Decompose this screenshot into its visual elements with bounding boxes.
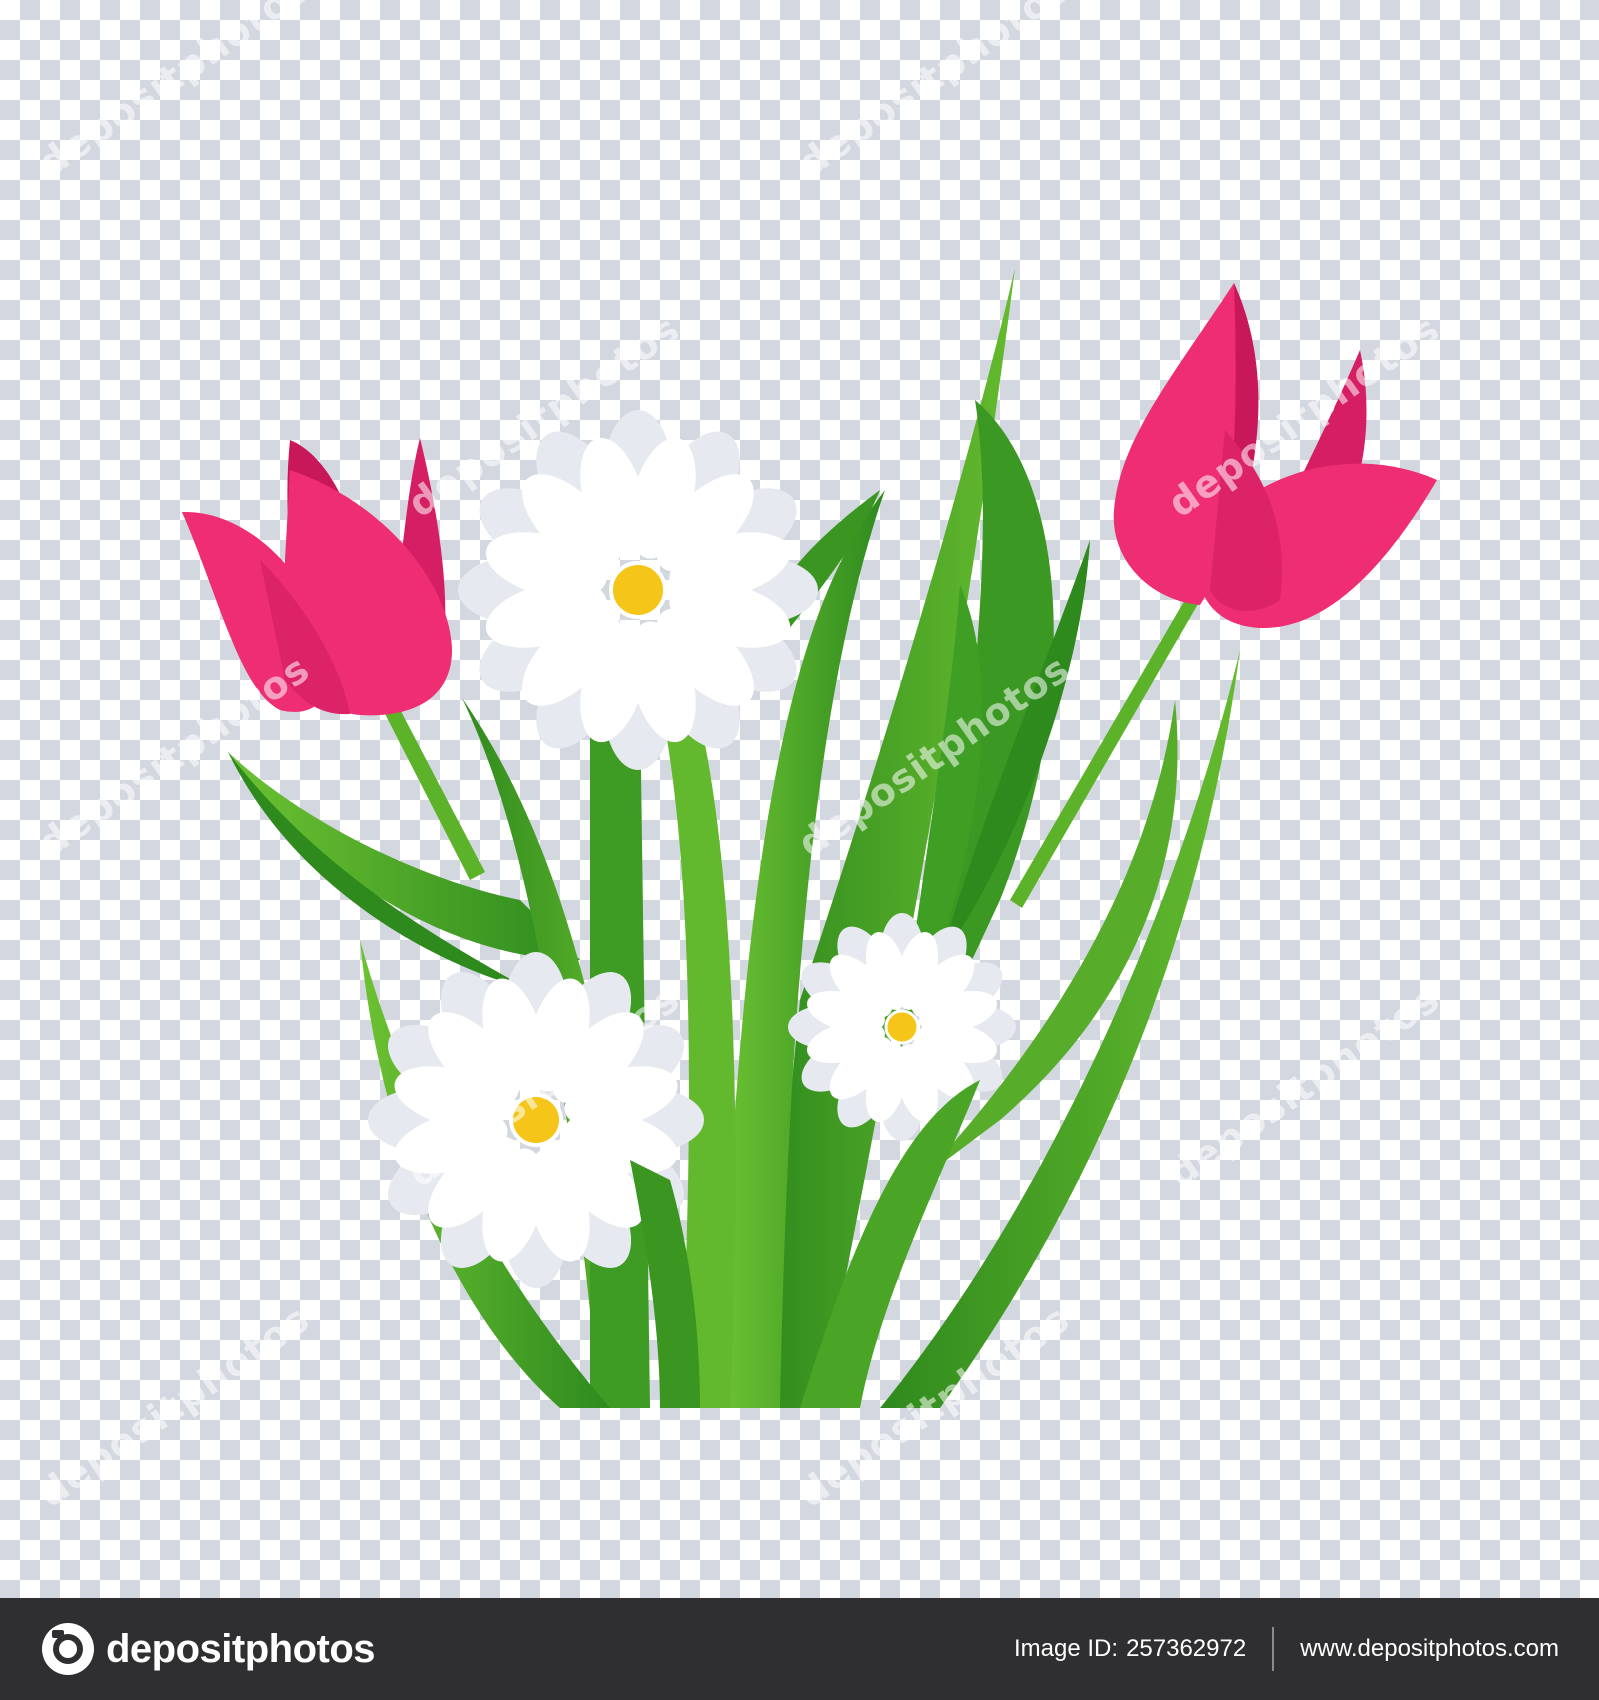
left-tulip-stem	[378, 694, 485, 880]
camera-logo-icon	[42, 1623, 94, 1675]
footer-divider	[1272, 1627, 1275, 1671]
transparent-checkerboard-background: depositphotos depositphotos depositphoto…	[0, 0, 1599, 1598]
flower-bouquet-illustration	[182, 268, 1437, 1408]
large-daisy	[458, 410, 818, 770]
brand-name: depositphotos	[106, 1626, 376, 1671]
image-id-value: 257362972	[1126, 1635, 1247, 1662]
left-tulip	[182, 438, 452, 716]
right-tulip	[1113, 283, 1437, 629]
website-link[interactable]: www.depositphotos.com	[1300, 1635, 1559, 1663]
brand-logo[interactable]: depositphotos	[40, 1621, 376, 1677]
footer-bar: depositphotos Image ID: 257362972 www.de…	[0, 1598, 1599, 1700]
image-id-label: Image ID:	[1014, 1635, 1119, 1662]
footer-info: Image ID: 257362972 www.depositphotos.co…	[1014, 1627, 1559, 1671]
